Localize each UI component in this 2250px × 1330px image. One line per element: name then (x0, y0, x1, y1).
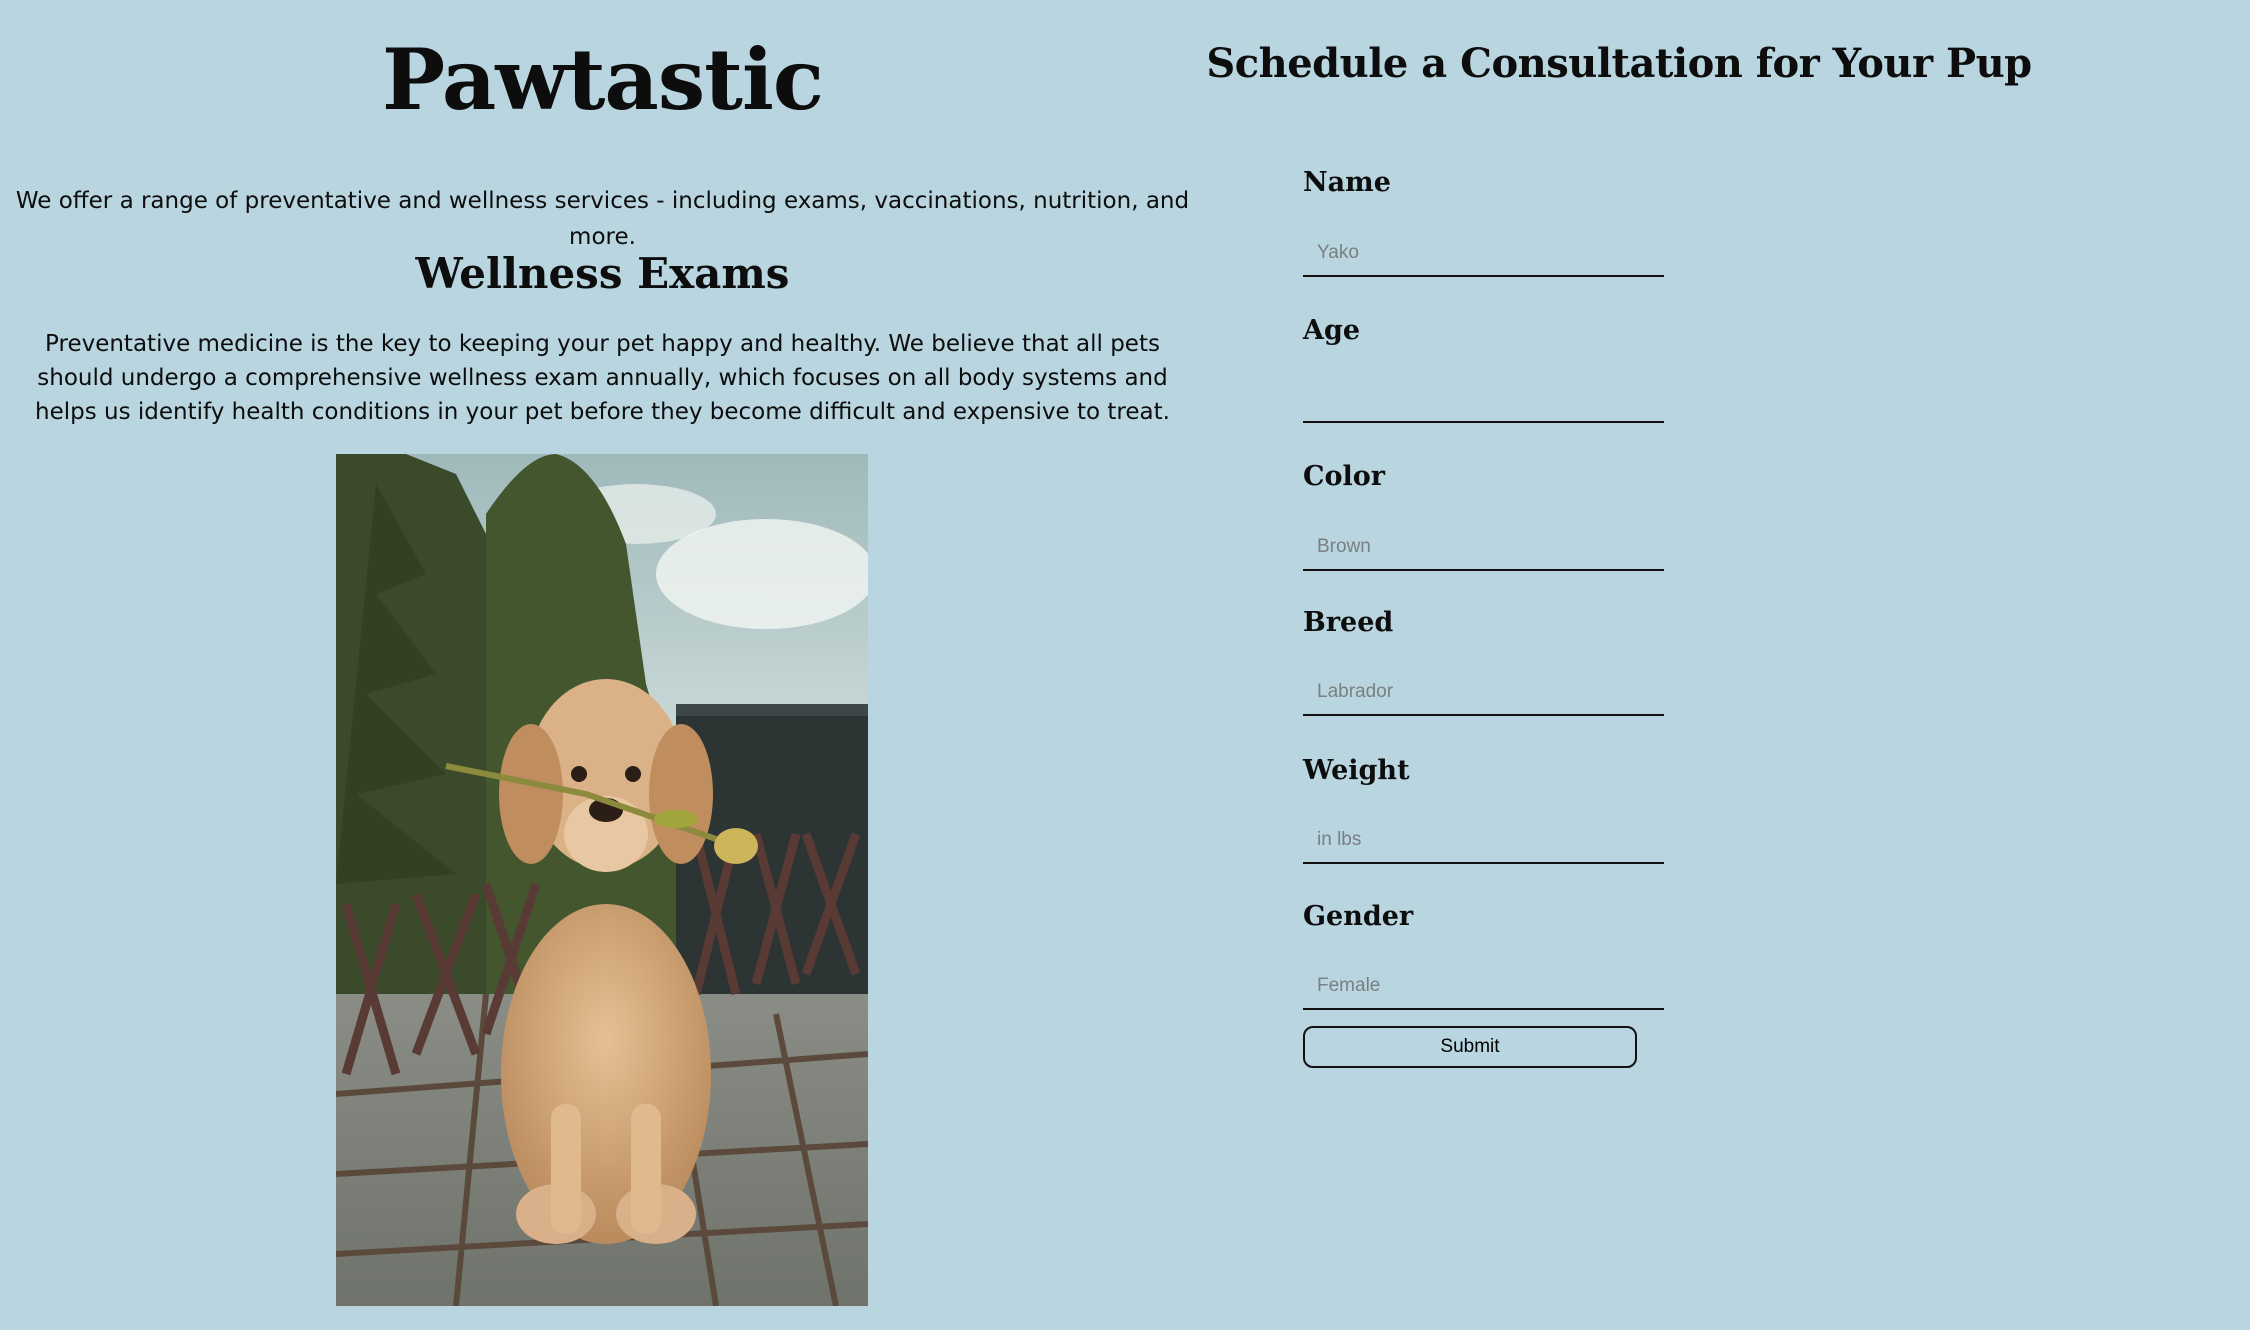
gender-input[interactable] (1303, 964, 1664, 1010)
age-input[interactable] (1303, 377, 1664, 423)
section-body: Preventative medicine is the key to keep… (35, 331, 1170, 425)
color-input[interactable] (1303, 525, 1664, 571)
breed-label: Breed (1303, 607, 1394, 638)
dog-photo (336, 454, 868, 1306)
consultation-form: Schedule a Consultation for Your Pup Nam… (1205, 0, 2250, 1330)
weight-input[interactable] (1303, 818, 1664, 864)
breed-input[interactable] (1303, 670, 1664, 716)
gender-label: Gender (1303, 901, 1414, 932)
submit-button[interactable]: Submit (1303, 1026, 1637, 1068)
section-title: Wellness Exams (415, 249, 790, 298)
name-input[interactable] (1303, 231, 1664, 277)
name-label: Name (1303, 167, 1391, 198)
form-title: Schedule a Consultation for Your Pup (1206, 40, 2032, 87)
brand-title: Pawtastic (381, 30, 824, 129)
weight-label: Weight (1303, 755, 1410, 786)
color-label: Color (1303, 461, 1385, 492)
age-label: Age (1303, 315, 1361, 346)
intro-text: We offer a range of preventative and wel… (15, 188, 1190, 250)
services-panel: Pawtastic We offer a range of preventati… (0, 0, 1205, 1330)
